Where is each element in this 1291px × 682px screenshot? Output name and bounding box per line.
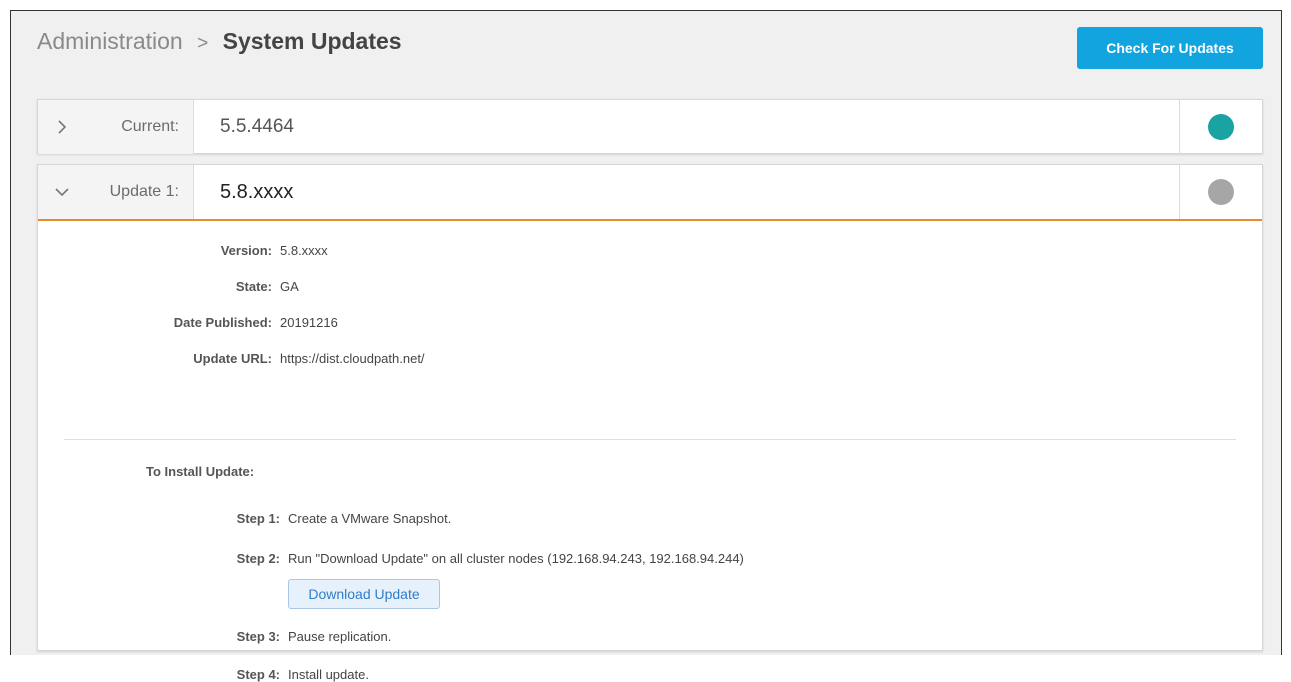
divider <box>64 439 1236 440</box>
step-label: Step 2: <box>236 551 280 566</box>
step-text: Run "Download Update" on all cluster nod… <box>288 551 744 566</box>
version-field: Version: 5.8.xxxx <box>38 243 328 258</box>
download-update-button[interactable]: Download Update <box>288 579 440 609</box>
breadcrumb-separator: > <box>197 33 209 54</box>
step-text: Pause replication. <box>288 629 392 644</box>
current-label: Current: <box>86 100 194 154</box>
breadcrumb: Administration > System Updates <box>37 28 402 55</box>
state-field: State: GA <box>38 279 299 294</box>
chevron-down-icon[interactable] <box>38 165 86 219</box>
step-label: Step 3: <box>236 629 280 644</box>
state-label: State: <box>235 279 272 294</box>
update-1-row: Update 1: 5.8.xxxx Version: 5.8.xxxx Sta… <box>37 164 1263 682</box>
current-status-cell <box>1179 100 1262 154</box>
main-panel: Administration > System Updates Check Fo… <box>10 10 1282 682</box>
update-url-value[interactable]: https://dist.cloudpath.net/ <box>272 351 425 366</box>
install-instructions-title: To Install Update: <box>146 464 255 479</box>
install-step: Step 2: Run "Download Update" on all clu… <box>38 551 744 566</box>
update-1-status-cell <box>1179 165 1262 219</box>
current-version-value: 5.5.4464 <box>220 116 294 137</box>
date-published-label: Date Published: <box>173 315 272 330</box>
page-title: System Updates <box>222 28 402 54</box>
chevron-right-icon[interactable] <box>38 100 86 154</box>
status-dot-icon <box>1208 114 1234 140</box>
update-url-field: Update URL: https://dist.cloudpath.net/ <box>38 351 425 366</box>
check-for-updates-button[interactable]: Check For Updates <box>1077 27 1263 69</box>
date-published-value: 20191216 <box>280 315 338 330</box>
install-step: Step 4: Install update. <box>38 667 369 682</box>
date-published-field: Date Published: 20191216 <box>38 315 338 330</box>
version-label: Version: <box>220 243 272 258</box>
update-url-label: Update URL: <box>193 351 272 366</box>
version-value: 5.8.xxxx <box>280 243 328 258</box>
breadcrumb-administration[interactable]: Administration <box>37 28 183 54</box>
status-dot-icon <box>1208 179 1234 205</box>
step-text: Install update. <box>288 667 369 682</box>
step-label: Step 1: <box>236 511 280 526</box>
update-1-header[interactable]: Update 1: 5.8.xxxx <box>38 165 1262 221</box>
current-version-header[interactable]: Current: 5.5.4464 <box>38 100 1262 154</box>
current-version-row[interactable]: Current: 5.5.4464 <box>37 99 1263 154</box>
step-label: Step 4: <box>236 667 280 682</box>
install-step: Step 1: Create a VMware Snapshot. <box>38 511 452 526</box>
update-1-label: Update 1: <box>86 165 194 219</box>
update-1-version-value: 5.8.xxxx <box>220 180 294 203</box>
step-text: Create a VMware Snapshot. <box>288 511 452 526</box>
state-value: GA <box>280 279 299 294</box>
install-step: Step 3: Pause replication. <box>38 629 392 644</box>
